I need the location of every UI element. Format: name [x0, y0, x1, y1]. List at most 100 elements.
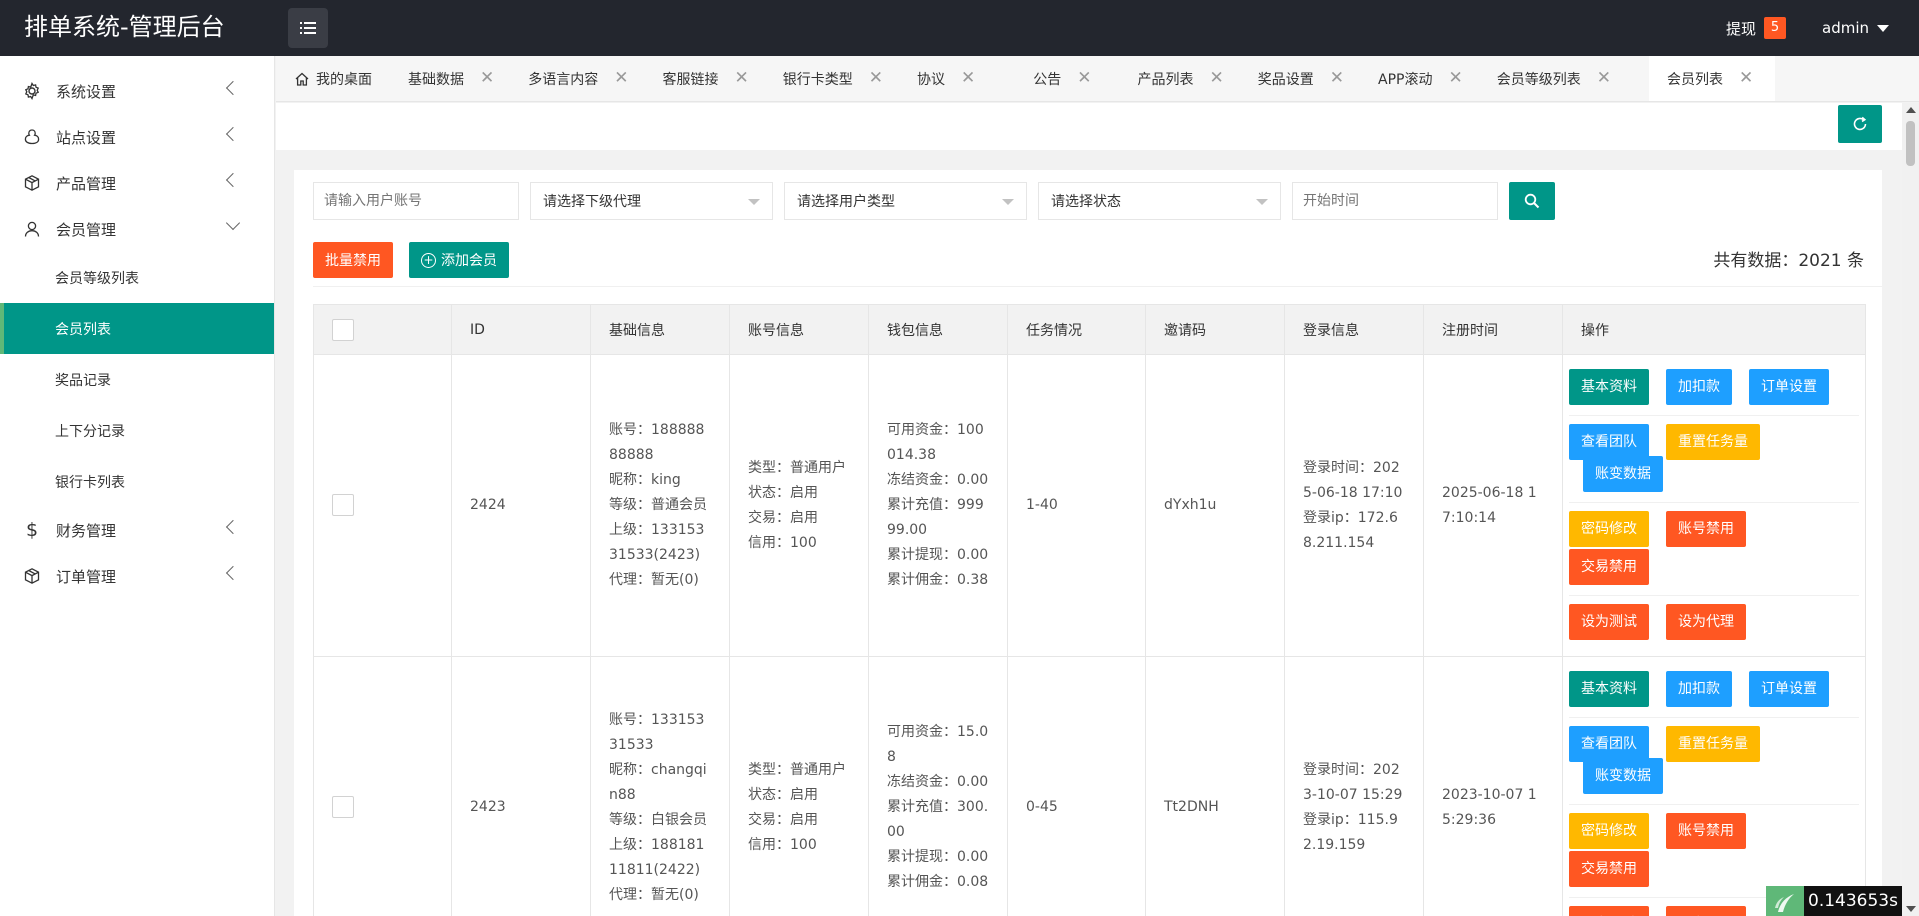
withdraw-badge: 5: [1764, 17, 1786, 39]
disable-account-button[interactable]: 账号禁用: [1666, 511, 1746, 547]
close-icon[interactable]: ✕: [1330, 70, 1344, 87]
operations-cell: 基本资料 加扣款 订单设置 查看团队 重置任务量 账变数据 密码修改 账号禁用 …: [1562, 656, 1866, 916]
column-header: 任务情况: [1007, 304, 1146, 355]
set-test-button[interactable]: 设为测试: [1569, 906, 1649, 916]
view-team-button[interactable]: 查看团队: [1569, 424, 1649, 460]
id-cell: 2423: [451, 656, 591, 916]
row-checkbox[interactable]: [332, 494, 354, 516]
sidebar-item-finance[interactable]: $ 财务管理: [0, 507, 274, 553]
close-icon[interactable]: ✕: [1210, 70, 1224, 87]
chevron-left-icon: [225, 519, 241, 535]
tab-app-scroll[interactable]: APP滚动 ✕: [1378, 56, 1497, 101]
set-test-button[interactable]: 设为测试: [1569, 604, 1649, 640]
operations-cell: 基本资料 加扣款 订单设置 查看团队 重置任务量 账变数据 密码修改 账号禁用 …: [1562, 354, 1866, 657]
close-icon[interactable]: ✕: [869, 70, 883, 87]
triangle-down-icon: [1256, 199, 1268, 205]
sidebar-item-products[interactable]: 产品管理: [0, 160, 274, 206]
sidebar-item-members[interactable]: 会员管理: [0, 206, 274, 252]
view-team-button[interactable]: 查看团队: [1569, 726, 1649, 762]
status-select[interactable]: 请选择状态: [1038, 182, 1281, 220]
tab-agreement[interactable]: 协议 ✕: [917, 56, 1033, 101]
tab-basic-data[interactable]: 基础数据 ✕: [408, 56, 528, 101]
set-agent-button[interactable]: 设为代理: [1666, 604, 1746, 640]
column-header: 账号信息: [729, 304, 869, 355]
tab-bank-card-types[interactable]: 银行卡类型 ✕: [783, 56, 917, 101]
sidebar-sub-member-list[interactable]: 会员列表: [0, 303, 274, 354]
page-scrollbar[interactable]: [1902, 103, 1919, 916]
account-change-button[interactable]: 账变数据: [1583, 456, 1663, 492]
tab-prize-settings[interactable]: 奖品设置 ✕: [1258, 56, 1378, 101]
task-cell: 0-45: [1007, 656, 1146, 916]
user-type-select[interactable]: 请选择用户类型: [784, 182, 1027, 220]
reset-tasks-button[interactable]: 重置任务量: [1666, 726, 1760, 762]
login-info-cell: 登录时间：2023-10-07 15:29 登录ip：115.92.19.159: [1284, 656, 1424, 916]
sidebar-sub-bank-cards[interactable]: 银行卡列表: [0, 456, 274, 507]
scroll-thumb[interactable]: [1906, 121, 1915, 166]
refresh-bar: [276, 103, 1902, 150]
reset-tasks-button[interactable]: 重置任务量: [1666, 424, 1760, 460]
order-settings-button[interactable]: 订单设置: [1749, 369, 1829, 405]
tab-desktop[interactable]: 我的桌面: [276, 56, 408, 101]
close-icon[interactable]: ✕: [1448, 70, 1462, 87]
row-checkbox[interactable]: [332, 796, 354, 818]
refresh-button[interactable]: [1838, 105, 1882, 143]
info-line: 昵称：king: [609, 472, 681, 488]
register-time-cell: 2025-06-18 17:10:14: [1423, 354, 1563, 657]
agent-select[interactable]: 请选择下级代理: [530, 182, 773, 220]
account-search-input[interactable]: [313, 182, 519, 220]
tab-member-levels[interactable]: 会员等级列表 ✕: [1497, 56, 1649, 101]
withdraw-link[interactable]: 提现 5: [1726, 17, 1786, 39]
select-all-checkbox[interactable]: [332, 318, 354, 341]
change-password-button[interactable]: 密码修改: [1569, 511, 1649, 547]
order-settings-button[interactable]: 订单设置: [1749, 671, 1829, 707]
basic-info-button[interactable]: 基本资料: [1569, 671, 1649, 707]
tab-bar: 我的桌面 基础数据 ✕ 多语言内容 ✕ 客服链接 ✕ 银行卡类型 ✕ 协议 ✕ 公告 ✕ 产…: [276, 56, 1919, 102]
tab-announcements[interactable]: 公告 ✕: [1033, 56, 1137, 101]
scroll-up-icon[interactable]: [1906, 107, 1916, 113]
disable-account-button[interactable]: 账号禁用: [1666, 813, 1746, 849]
sidebar-sub-member-levels[interactable]: 会员等级列表: [0, 252, 274, 303]
close-icon[interactable]: ✕: [480, 70, 494, 87]
info-line: 可用资金：100014.38: [887, 422, 984, 463]
sidebar-sub-score-records[interactable]: 上下分记录: [0, 405, 274, 456]
close-icon[interactable]: ✕: [1739, 70, 1753, 87]
set-agent-button[interactable]: 设为代理: [1666, 906, 1746, 916]
info-line: 上级：13315331533(2423): [609, 522, 705, 563]
add-deduct-button[interactable]: 加扣款: [1666, 369, 1732, 405]
sidebar-item-system[interactable]: 系统设置: [0, 68, 274, 114]
sidebar-item-orders[interactable]: 订单管理: [0, 553, 274, 599]
close-icon[interactable]: ✕: [1597, 70, 1611, 87]
menu-toggle-button[interactable]: [288, 8, 328, 48]
sidebar-item-site[interactable]: 站点设置: [0, 114, 274, 160]
change-password-button[interactable]: 密码修改: [1569, 813, 1649, 849]
add-member-button[interactable]: + 添加会员: [409, 242, 509, 278]
search-button[interactable]: [1509, 182, 1555, 220]
disable-trade-button[interactable]: 交易禁用: [1569, 549, 1649, 585]
add-deduct-button[interactable]: 加扣款: [1666, 671, 1732, 707]
tab-member-list[interactable]: 会员列表 ✕: [1648, 56, 1776, 101]
info-line: 账号：13315331533: [609, 711, 705, 753]
close-icon[interactable]: ✕: [614, 70, 628, 87]
info-line: 2025-06-18 17:10:14: [1442, 484, 1537, 526]
action-bar: 批量禁用 + 添加会员: [313, 242, 525, 278]
column-header: 登录信息: [1284, 304, 1424, 355]
basic-info-button[interactable]: 基本资料: [1569, 369, 1649, 405]
disable-trade-button[interactable]: 交易禁用: [1569, 851, 1649, 887]
wallet-info-cell: 可用资金：15.08 冻结资金：0.00 累计充值：300.00 累计提现：0.…: [868, 656, 1008, 916]
sidebar-sub-prize-records[interactable]: 奖品记录: [0, 354, 274, 405]
scroll-down-icon[interactable]: [1906, 906, 1916, 912]
batch-disable-button[interactable]: 批量禁用: [313, 242, 393, 278]
close-icon[interactable]: ✕: [1077, 70, 1091, 87]
close-icon[interactable]: ✕: [735, 70, 749, 87]
info-line: 累计提现：0.00: [887, 547, 989, 563]
info-line: 信用：100: [748, 836, 817, 853]
refresh-icon: [1853, 116, 1867, 131]
account-change-button[interactable]: 账变数据: [1583, 758, 1663, 794]
tab-languages[interactable]: 多语言内容 ✕: [528, 56, 662, 101]
tab-product-list[interactable]: 产品列表 ✕: [1138, 56, 1258, 101]
user-menu[interactable]: admin: [1822, 19, 1889, 37]
close-icon[interactable]: ✕: [961, 70, 975, 87]
tab-support-links[interactable]: 客服链接 ✕: [663, 56, 783, 101]
select-value: 请选择用户类型: [797, 194, 895, 210]
start-time-input[interactable]: [1292, 182, 1498, 220]
